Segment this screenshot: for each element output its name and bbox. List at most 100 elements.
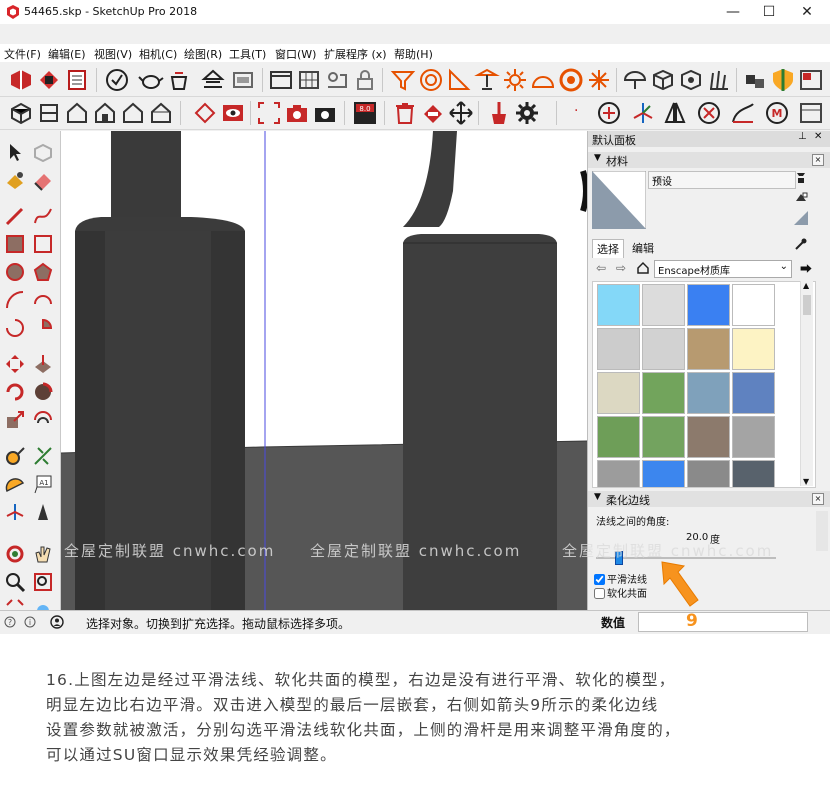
soften-section-header[interactable]: ▼ 柔化边线 ×: [588, 491, 830, 507]
tray-close-icon[interactable]: ✕: [814, 131, 822, 142]
check-icon[interactable]: [104, 67, 130, 93]
orbit-icon[interactable]: [4, 543, 26, 565]
material-swatch[interactable]: [687, 284, 730, 326]
paint-bucket-icon[interactable]: [420, 100, 446, 126]
move-icon[interactable]: [448, 100, 474, 126]
blocks-icon[interactable]: [742, 67, 768, 93]
line-pencil-icon[interactable]: [4, 205, 26, 227]
house-layer-icon[interactable]: [200, 67, 226, 93]
panel-icon[interactable]: [230, 67, 256, 93]
info-icon[interactable]: i: [24, 616, 36, 628]
measurements-field[interactable]: [638, 612, 808, 632]
menu-camera[interactable]: 相机(C): [139, 46, 177, 62]
material-swatch[interactable]: [687, 328, 730, 370]
dimension-icon[interactable]: [32, 445, 54, 467]
camera-alt-icon[interactable]: [312, 100, 338, 126]
curve-icon[interactable]: [730, 100, 756, 126]
soften-coplanar-checkbox[interactable]: [594, 588, 605, 599]
material-swatch[interactable]: [732, 416, 775, 458]
grid-icon[interactable]: [296, 67, 322, 93]
left-view-icon[interactable]: [148, 100, 174, 126]
triangle-ruler-icon[interactable]: [446, 67, 472, 93]
library-select[interactable]: Enscape材质库 ⌄: [654, 260, 792, 278]
version-save-icon[interactable]: 8.0: [352, 100, 378, 126]
menu-file[interactable]: 文件(F): [4, 46, 41, 62]
material-swatch[interactable]: [597, 328, 640, 370]
styles-icon[interactable]: [64, 67, 90, 93]
xray-icon[interactable]: [192, 100, 218, 126]
components-icon[interactable]: [8, 67, 34, 93]
materials-close-icon[interactable]: ×: [812, 154, 824, 166]
tab-edit[interactable]: 编辑: [628, 239, 658, 257]
mirror-icon[interactable]: [662, 100, 688, 126]
panel-scrollbar[interactable]: [816, 511, 828, 551]
iso-view-icon[interactable]: [8, 100, 34, 126]
minimize-button[interactable]: —: [716, 0, 750, 24]
move-tool-icon[interactable]: [4, 353, 26, 375]
soften-close-icon[interactable]: ×: [812, 493, 824, 505]
materials-section-header[interactable]: ▼ 材料 ×: [588, 152, 830, 168]
top-view-icon[interactable]: [36, 100, 62, 126]
ring-icon[interactable]: [558, 67, 584, 93]
grass-icon[interactable]: [706, 67, 732, 93]
material-swatch[interactable]: [687, 460, 730, 487]
brush-icon[interactable]: [486, 100, 512, 126]
x-circle-icon[interactable]: [696, 100, 722, 126]
dome-icon[interactable]: [530, 67, 556, 93]
cube-icon[interactable]: [650, 67, 676, 93]
collapse-arrow-icon[interactable]: ▼: [594, 153, 601, 163]
paint-icon[interactable]: [4, 169, 26, 191]
create-material-icon[interactable]: [794, 191, 808, 205]
rotated-rect-icon[interactable]: [32, 233, 54, 255]
close-button[interactable]: ✕: [790, 0, 824, 24]
lock-icon[interactable]: [352, 67, 378, 93]
material-swatch[interactable]: [642, 328, 685, 370]
display-secondary-icon[interactable]: [794, 171, 808, 185]
menu-view[interactable]: 视图(V): [94, 46, 132, 62]
soften-coplanar-option[interactable]: 软化共面: [594, 585, 647, 600]
material-swatch[interactable]: [642, 284, 685, 326]
material-swatch[interactable]: [642, 460, 685, 487]
menu-draw[interactable]: 绘图(R): [184, 46, 222, 62]
zoom-window-icon[interactable]: [32, 571, 54, 593]
zoom-extents-icon[interactable]: [256, 100, 282, 126]
m-circle-icon[interactable]: M: [764, 100, 790, 126]
smooth-normals-option[interactable]: 平滑法线: [594, 571, 647, 586]
scroll-down-icon[interactable]: ▼: [803, 477, 809, 486]
materials-icon[interactable]: [36, 67, 62, 93]
material-swatch[interactable]: [597, 284, 640, 326]
make-component-icon[interactable]: [32, 141, 54, 163]
panel-layout-icon[interactable]: [798, 67, 824, 93]
panel-switch-icon[interactable]: [798, 100, 824, 126]
home-icon[interactable]: [636, 261, 650, 275]
material-swatch[interactable]: [597, 460, 640, 487]
menu-help[interactable]: 帮助(H): [394, 46, 433, 62]
details-arrow-icon[interactable]: ⮕: [800, 260, 812, 277]
model-viewport[interactable]: [61, 131, 587, 610]
soften-collapse-icon[interactable]: ▼: [594, 492, 601, 502]
arc-2pt-icon[interactable]: [32, 289, 54, 311]
rectangle-icon[interactable]: [4, 233, 26, 255]
menu-window[interactable]: 窗口(W): [275, 46, 316, 62]
pan-hand-icon[interactable]: [32, 543, 54, 565]
axis-icon[interactable]: [630, 100, 656, 126]
tape-measure-icon[interactable]: [4, 445, 26, 467]
camera-icon[interactable]: [284, 100, 310, 126]
tab-select[interactable]: 选择: [592, 239, 624, 258]
material-swatch[interactable]: [597, 416, 640, 458]
material-swatch[interactable]: [597, 372, 640, 414]
protractor-icon[interactable]: [4, 473, 26, 495]
swatch-scrollbar[interactable]: ▲ ▼: [800, 281, 813, 486]
push-pull-icon[interactable]: [32, 353, 54, 375]
back-arrow-icon[interactable]: ⇦: [596, 261, 606, 275]
back-view-icon[interactable]: [120, 100, 146, 126]
select-arrow-icon[interactable]: [4, 141, 26, 163]
freehand-icon[interactable]: [32, 205, 54, 227]
material-swatch[interactable]: [687, 416, 730, 458]
teapot-icon[interactable]: [138, 67, 164, 93]
circle-icon[interactable]: [4, 261, 26, 283]
shield-icon[interactable]: [770, 67, 796, 93]
right-view-icon[interactable]: [92, 100, 118, 126]
rotate-icon[interactable]: [4, 381, 26, 403]
lamp-icon[interactable]: [474, 67, 500, 93]
